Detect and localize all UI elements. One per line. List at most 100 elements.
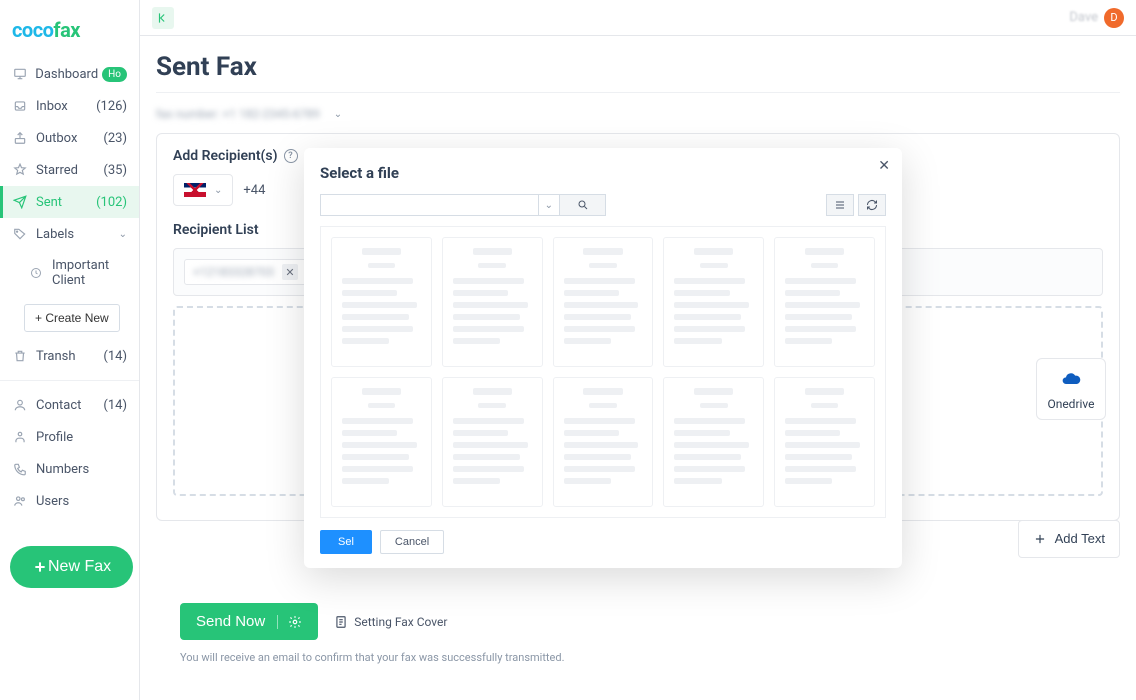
- send-options-button[interactable]: [277, 615, 302, 629]
- files-grid: [331, 237, 875, 507]
- new-fax-label: New Fax: [48, 558, 111, 576]
- nav-labels[interactable]: Labels ⌄: [0, 218, 139, 250]
- user-name: Dave: [1069, 10, 1098, 25]
- gear-icon: [288, 615, 302, 629]
- collapse-sidebar-button[interactable]: [152, 7, 174, 29]
- files-frame: [320, 226, 886, 518]
- nav-label: Starred: [36, 163, 101, 178]
- send-row: Send Now Setting Fax Cover: [180, 603, 447, 640]
- refresh-icon: [866, 199, 878, 211]
- fax-number-selector[interactable]: fax number: +1 182-2345-6789 ⌄: [156, 107, 1120, 121]
- nav-inbox[interactable]: Inbox (126): [0, 90, 139, 122]
- logo-part2: fax: [53, 18, 80, 42]
- nav-label: Users: [36, 494, 127, 509]
- search-button[interactable]: [560, 194, 606, 216]
- select-button[interactable]: Sel: [320, 530, 372, 554]
- refresh-button[interactable]: [858, 194, 886, 216]
- modal-close-button[interactable]: ✕: [878, 158, 890, 174]
- nav-label: Outbox: [36, 131, 101, 146]
- badge-ho: Ho: [102, 67, 127, 82]
- nav-count: (102): [96, 195, 127, 210]
- search-icon: [577, 199, 589, 211]
- nav-contact[interactable]: Contact (14): [0, 389, 139, 421]
- nav-important-client[interactable]: Important Client: [0, 250, 139, 296]
- nav-label: Numbers: [36, 462, 127, 477]
- fax-number-text: fax number: +1 182-2345-6789: [156, 107, 320, 121]
- nav-trash[interactable]: Transh (14): [0, 340, 139, 372]
- document-icon: [334, 615, 348, 629]
- add-text-button[interactable]: Add Text: [1018, 520, 1120, 558]
- clock-icon: [28, 265, 44, 281]
- flag-uk-icon: [184, 183, 206, 197]
- star-icon: [12, 162, 28, 178]
- nav-label: Dashboard: [35, 67, 98, 82]
- setting-fax-cover-link[interactable]: Setting Fax Cover: [334, 615, 447, 629]
- file-card[interactable]: [553, 237, 654, 367]
- create-new-button[interactable]: + Create New: [24, 304, 120, 332]
- nav: Dashboard Ho Inbox (126) Outbox (23) Sta…: [0, 58, 139, 517]
- nav-count: (126): [96, 99, 127, 114]
- nav-numbers[interactable]: Numbers: [0, 453, 139, 485]
- file-card[interactable]: [663, 377, 764, 507]
- nav-label: Important Client: [52, 258, 127, 288]
- trash-icon: [12, 348, 28, 364]
- plus-icon: [1033, 532, 1047, 546]
- select-file-modal: Select a file ✕ ⌄: [304, 148, 902, 568]
- nav-count: (35): [103, 163, 127, 178]
- new-fax-button[interactable]: New Fax: [10, 546, 133, 588]
- help-icon[interactable]: ?: [284, 149, 298, 163]
- send-icon: [12, 194, 28, 210]
- modal-title: Select a file: [320, 164, 886, 182]
- chevron-down-icon: ⌄: [119, 229, 127, 240]
- list-view-button[interactable]: [826, 194, 854, 216]
- chevron-down-icon: ⌄: [538, 195, 553, 215]
- file-card[interactable]: [442, 377, 543, 507]
- nav-starred[interactable]: Starred (35): [0, 154, 139, 186]
- file-card[interactable]: [774, 237, 875, 367]
- send-label: Send Now: [196, 613, 265, 630]
- nav-users[interactable]: Users: [0, 485, 139, 517]
- dial-code: +44: [243, 183, 265, 198]
- file-card[interactable]: [442, 237, 543, 367]
- users-icon: [12, 493, 28, 509]
- nav-sent[interactable]: Sent (102): [0, 186, 139, 218]
- outbox-icon: [12, 130, 28, 146]
- avatar: D: [1104, 8, 1124, 28]
- divider: [156, 92, 1120, 93]
- topbar: Dave D: [140, 0, 1136, 36]
- nav-profile[interactable]: Profile: [0, 421, 139, 453]
- nav-label: Sent: [36, 195, 94, 210]
- onedrive-label: Onedrive: [1043, 397, 1099, 411]
- add-text-label: Add Text: [1055, 531, 1105, 547]
- nav-outbox[interactable]: Outbox (23): [0, 122, 139, 154]
- modal-toolbar: ⌄: [320, 194, 886, 216]
- file-card[interactable]: [331, 377, 432, 507]
- recipient-chip: +12183328703 ✕: [184, 259, 307, 285]
- file-card[interactable]: [774, 377, 875, 507]
- profile-icon: [12, 429, 28, 445]
- file-card[interactable]: [331, 237, 432, 367]
- onedrive-tile[interactable]: Onedrive: [1036, 358, 1106, 420]
- chevron-down-icon: ⌄: [214, 185, 222, 196]
- nav-dashboard[interactable]: Dashboard Ho: [0, 58, 139, 90]
- logo-part1: coco: [12, 18, 53, 42]
- monitor-icon: [12, 66, 27, 82]
- folder-select[interactable]: ⌄: [320, 194, 560, 216]
- onedrive-icon: [1057, 369, 1085, 389]
- modal-actions: Sel Cancel: [320, 530, 886, 554]
- nav-count: (14): [103, 398, 127, 413]
- plus-icon: [32, 559, 48, 575]
- nav-count: (23): [103, 131, 127, 146]
- remove-recipient-button[interactable]: ✕: [282, 264, 298, 280]
- send-now-button[interactable]: Send Now: [180, 603, 318, 640]
- user-menu[interactable]: Dave D: [1069, 8, 1124, 28]
- page-title: Sent Fax: [156, 52, 1120, 82]
- chip-text: +12183328703: [193, 265, 274, 279]
- country-code-select[interactable]: ⌄: [173, 174, 233, 206]
- confirmation-note: You will receive an email to confirm tha…: [180, 651, 564, 664]
- nav-label: Labels: [36, 227, 119, 242]
- cancel-button[interactable]: Cancel: [380, 530, 444, 554]
- inbox-icon: [12, 98, 28, 114]
- file-card[interactable]: [553, 377, 654, 507]
- file-card[interactable]: [663, 237, 764, 367]
